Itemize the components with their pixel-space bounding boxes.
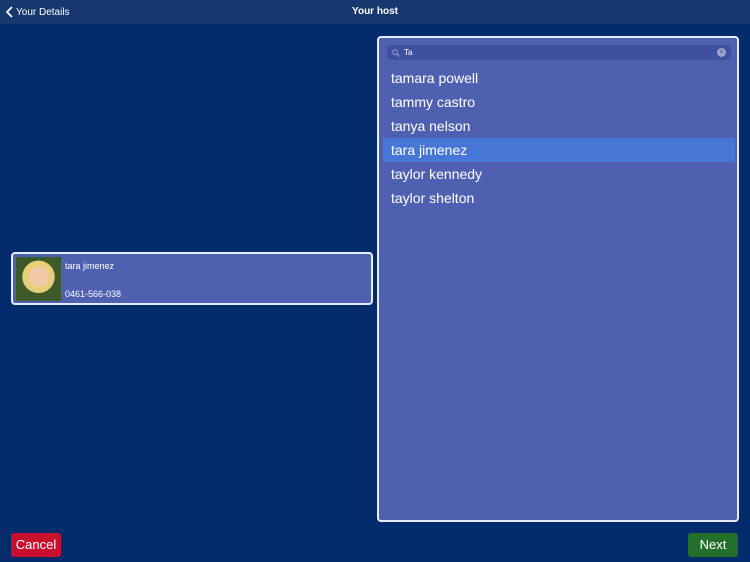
list-item[interactable]: tamara powell [383,66,735,90]
avatar [16,257,61,301]
page-title: Your host [352,6,398,17]
host-search-panel: Ta × tamara powell tammy castro tanya nels… [377,36,739,522]
cancel-button[interactable]: Cancel [11,533,61,557]
search-input[interactable]: Ta × [387,45,731,60]
host-phone: 0461-566-038 [65,289,122,299]
search-value: Ta [404,48,413,57]
list-item[interactable]: tanya nelson [383,114,735,138]
navigation-bar: Your Details Your host [0,0,750,24]
host-name: tara jimenez [65,261,115,271]
results-list: tamara powell tammy castro tanya nelson tar… [383,66,735,210]
list-item[interactable]: taylor kennedy [383,162,735,186]
selected-host-card: tara jimenez 0461-566-038 [11,252,373,305]
clear-icon[interactable]: × [717,48,726,57]
list-item[interactable]: tara jimenez [383,138,735,162]
list-item[interactable]: taylor shelton [383,186,735,210]
search-icon [392,48,400,57]
list-item[interactable]: tammy castro [383,90,735,114]
next-button[interactable]: Next [688,533,738,557]
